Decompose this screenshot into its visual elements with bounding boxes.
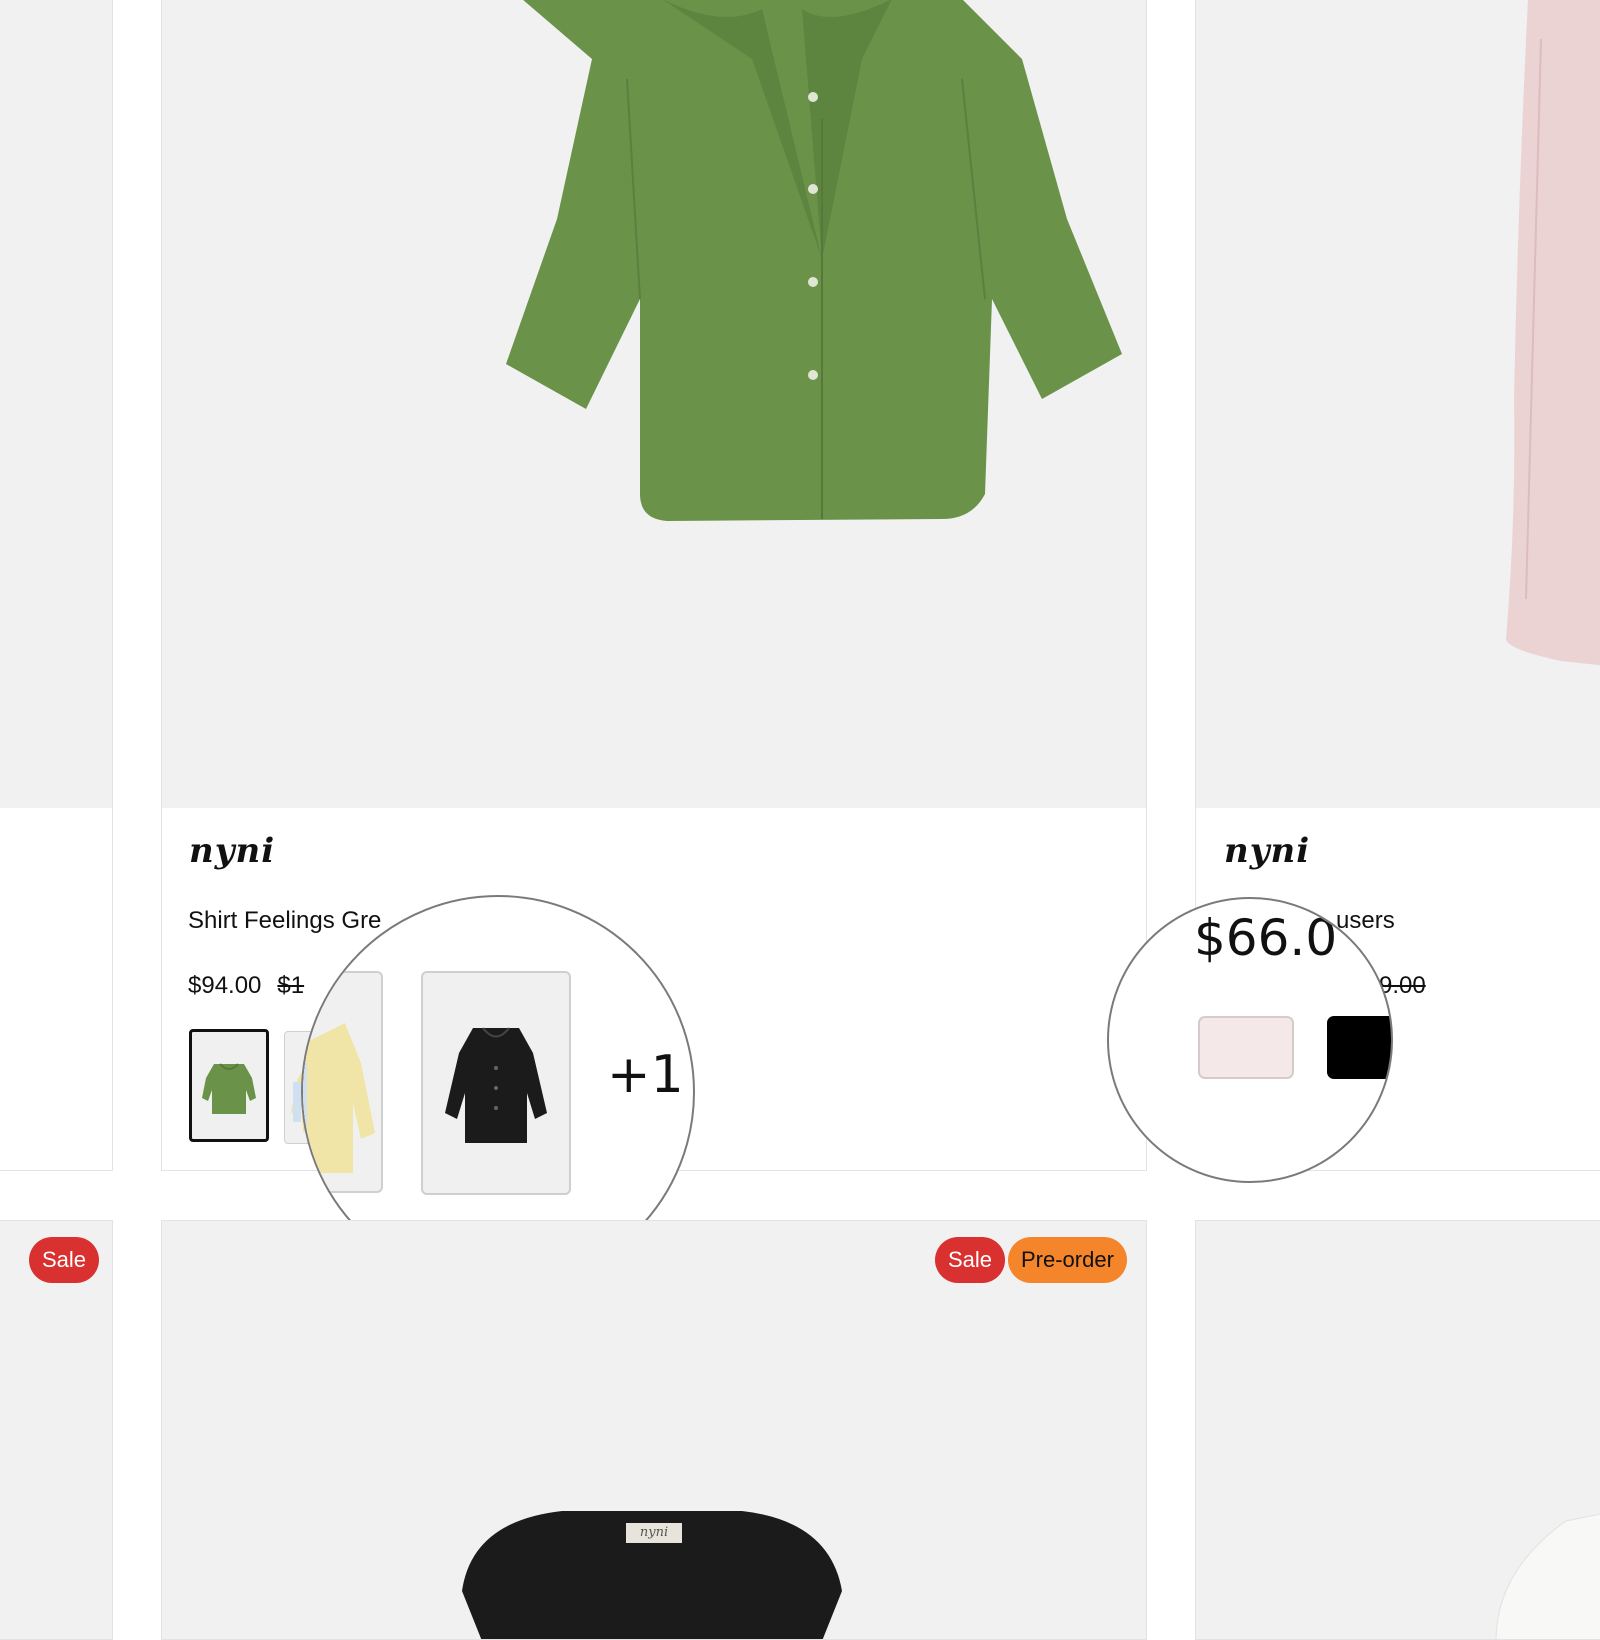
color-thumb-green[interactable]: [189, 1029, 269, 1142]
product-title[interactable]: Shirt Feelings Gre: [188, 907, 381, 935]
product-card-black-shirt[interactable]: nyni Sale Pre-order: [161, 1220, 1147, 1640]
sale-badge: Sale: [935, 1237, 1006, 1283]
green-shirt-image: [506, 0, 1122, 521]
product-price: $94.00 $1: [188, 972, 304, 1000]
yellow-shirt-thumb: [303, 1023, 375, 1173]
preorder-badge: Pre-order: [1008, 1237, 1127, 1283]
garment-label-tag: nyni: [639, 1525, 669, 1540]
product-image[interactable]: [162, 0, 1146, 808]
white-garment-image: [1495, 1513, 1600, 1639]
green-shirt-thumb: [202, 1063, 256, 1114]
product-image[interactable]: [0, 0, 112, 808]
black-shirt-image: [462, 1511, 842, 1639]
black-shirt-thumb: [445, 1027, 547, 1143]
price-magnifier: $66.0: [1107, 897, 1393, 1183]
product-card-left-bottom[interactable]: Sale: [0, 1220, 113, 1640]
product-image[interactable]: [1196, 1221, 1600, 1639]
product-image[interactable]: [0, 1221, 112, 1639]
product-image[interactable]: [162, 1221, 1146, 1639]
zoomed-black-thumb: [421, 971, 571, 1195]
product-card-left-top[interactable]: [0, 0, 113, 1171]
product-image[interactable]: [1196, 0, 1600, 808]
sale-badge: Sale: [29, 1237, 100, 1283]
pink-trousers-image: [1506, 0, 1600, 666]
brand-logo: nyni: [189, 831, 276, 871]
product-title[interactable]: users: [1336, 907, 1395, 935]
product-card-right-bottom[interactable]: [1195, 1220, 1600, 1640]
more-colors-count[interactable]: +1: [607, 1045, 684, 1105]
color-swatch-pink[interactable]: [1198, 1016, 1294, 1079]
zoomed-yellow-thumb: [303, 971, 383, 1193]
zoomed-price: $66.0: [1194, 909, 1338, 967]
brand-logo: nyni: [1224, 831, 1311, 871]
compare-price: $1: [277, 972, 305, 999]
sale-price: $94.00: [188, 972, 262, 999]
color-swatch-black[interactable]: [1327, 1016, 1391, 1079]
